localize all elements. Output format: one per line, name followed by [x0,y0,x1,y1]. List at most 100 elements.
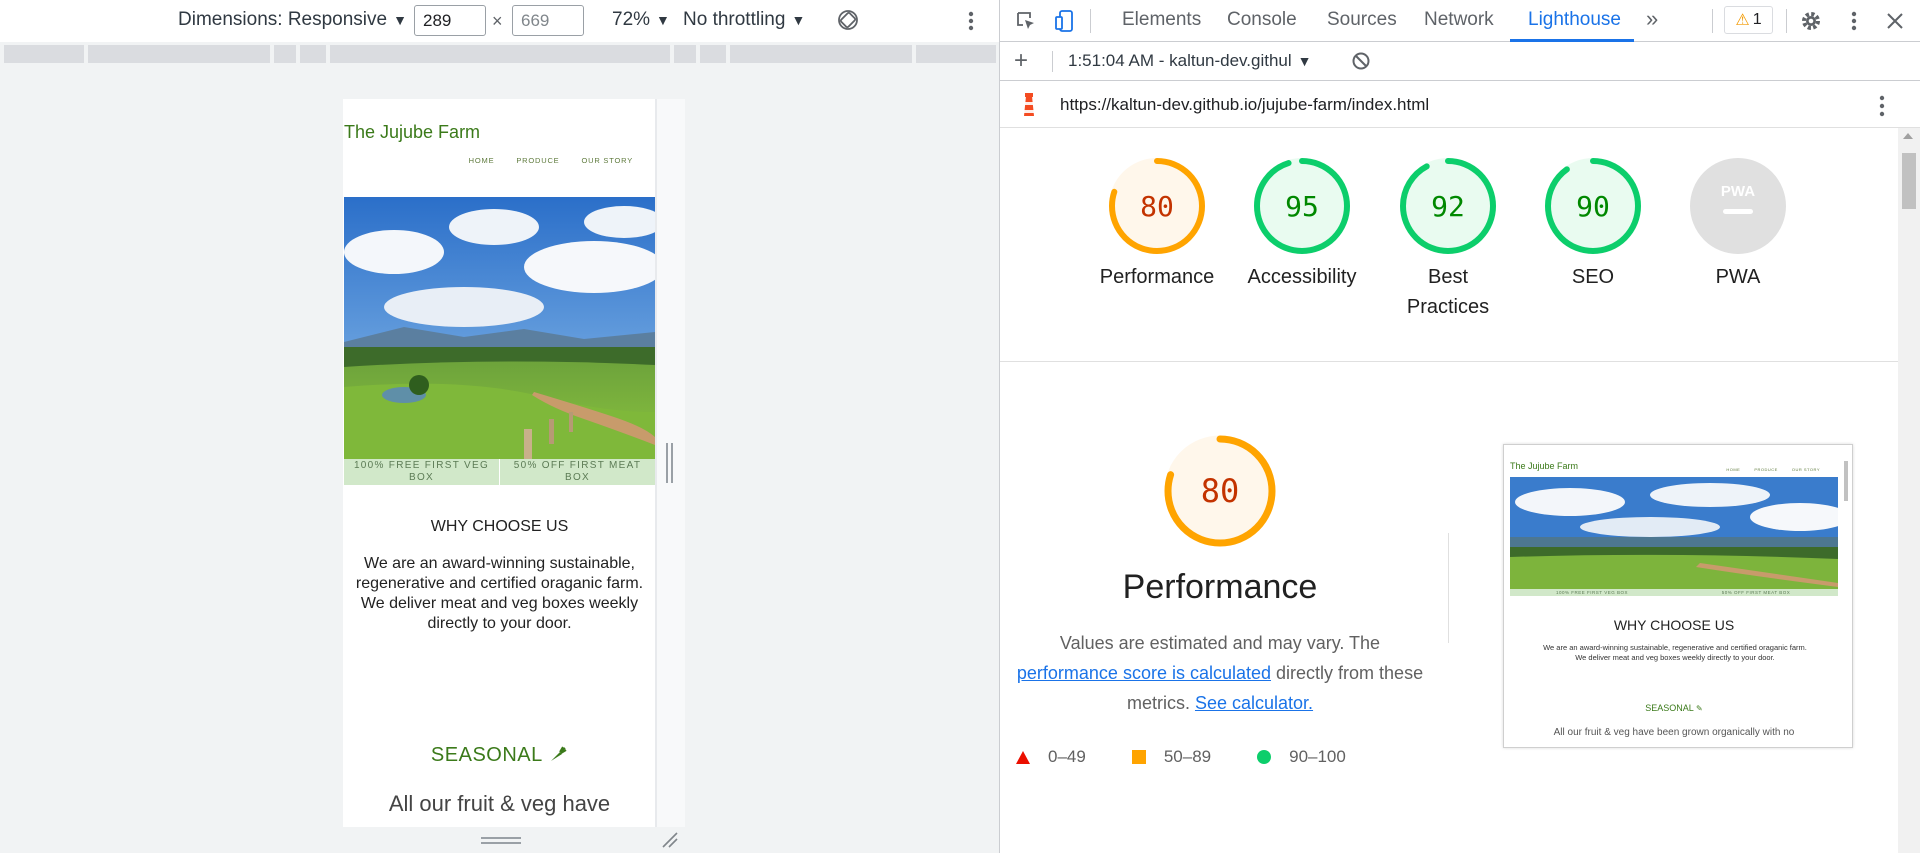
media-query-bar[interactable] [274,45,296,63]
resize-handle-right[interactable] [666,443,673,483]
seasonal-text: All our fruit & veg have [388,791,611,816]
media-query-bar[interactable] [88,45,270,63]
tab-console[interactable]: Console [1227,9,1297,31]
thumb-offer: 100% FREE FIRST VEG BOX [1556,590,1628,595]
why-choose-us-text: We are an award-winning sustainable, reg… [347,554,652,634]
new-report-icon[interactable]: + [1014,47,1028,75]
report-url[interactable]: https://kaltun-dev.github.io/jujube-farm… [1060,95,1429,115]
pwa-dash-icon [1723,209,1753,214]
report-menu-icon[interactable] [1878,94,1886,118]
emulated-viewport[interactable]: The Jujube Farm HOME PRODUCE OUR STORY 1… [343,99,656,827]
media-query-ruler[interactable] [0,42,999,66]
media-query-bar[interactable] [330,45,670,63]
gauge-best-practices[interactable]: 92 Best Practices [1378,156,1518,322]
more-options-icon[interactable] [1842,9,1866,33]
site-nav: HOME PRODUCE OUR STORY [469,156,633,165]
rotate-icon[interactable] [836,8,860,32]
lighthouse-logo-icon [1024,93,1034,116]
desc-line: metrics. [1126,693,1190,713]
legend-label: 90–100 [1289,747,1346,766]
offer-veg[interactable]: 100% FREE FIRST VEG BOX [344,459,500,485]
gauge-label: Accessibility [1247,266,1357,288]
pass-circle-icon [1257,750,1272,764]
more-options-icon[interactable] [966,10,976,32]
performance-gauge-large: 80 [1164,435,1276,547]
warning-count: 1 [1752,11,1762,28]
nav-our-story[interactable]: OUR STORY [581,156,633,165]
scroll-up-icon[interactable] [1903,133,1913,139]
nav-produce[interactable]: PRODUCE [516,156,559,165]
gauge-label: PWA [1715,266,1761,288]
gauge-pwa[interactable]: PWA PWA [1668,156,1808,292]
tab-network[interactable]: Network [1424,9,1494,31]
tab-lighthouse[interactable]: Lighthouse [1528,9,1621,31]
devtools-tab-bar: Elements Console Sources Network Lightho… [1000,0,1920,42]
scroll-thumb[interactable] [1902,153,1916,209]
resize-corner-icon[interactable] [661,831,679,849]
final-screenshot[interactable]: The Jujube Farm HOME PRODUCE OUR STORY 1… [1503,444,1853,748]
gauge-seo[interactable]: 90 SEO [1523,156,1663,292]
tab-elements[interactable]: Elements [1122,9,1201,31]
dropdown-arrow-icon: ▼ [656,12,670,28]
site-title[interactable]: The Jujube Farm [344,122,480,143]
legend-label: 0–49 [1048,747,1086,766]
report-label: 1:51:04 AM - kaltun-dev.githul [1068,51,1292,70]
thumb-text-line: We are an award-winning sustainable, reg… [1543,643,1807,652]
desc-line: directly from these [1276,663,1424,683]
report-selector[interactable]: 1:51:04 AM - kaltun-dev.githul ▼ [1068,51,1312,71]
width-input[interactable]: 289 [414,5,486,36]
devtools-window: Dimensions: Responsive ▼ 289 × 669 72% ▼ N… [0,0,1920,853]
media-query-bar[interactable] [916,45,996,63]
dropdown-arrow-icon: ▼ [791,12,806,28]
media-query-bar[interactable] [300,45,326,63]
thumb-nav-item: PRODUCE [1754,467,1778,472]
thumb-scrollbar [1842,449,1850,745]
score-calculated-link[interactable]: performance score is calculated [1017,663,1271,683]
height-input[interactable]: 669 [512,5,584,36]
nav-home[interactable]: HOME [469,156,495,165]
why-text-line-1: We are an award-winning sustainable, reg… [355,555,644,592]
why-choose-us-heading: WHY CHOOSE US [430,518,569,535]
gauge-label: SEO [1571,266,1615,288]
offer-meat[interactable]: 50% OFF FIRST MEAT BOX [500,459,655,485]
gauge-accessibility[interactable]: 95 Accessibility [1232,156,1372,292]
dimensions-label: Dimensions: Responsive [178,9,388,30]
thumb-offer: 50% OFF FIRST MEAT BOX [1721,590,1791,595]
thumb-text-line: We deliver meat and veg boxes weekly dir… [1575,653,1775,662]
thumb-nav-item: OUR STORY [1791,467,1820,472]
dropdown-arrow-icon: ▼ [393,12,407,28]
see-calculator-link[interactable]: See calculator. [1195,693,1313,713]
warnings-badge[interactable]: ⚠ 1 [1724,6,1773,34]
warning-icon: ⚠ [1735,12,1750,29]
thumb-carrot-icon: ✎ [1696,704,1703,713]
gauge-ring: 90 [1545,158,1641,254]
media-query-bar[interactable] [700,45,726,63]
close-icon[interactable] [1883,9,1907,33]
desc-line: Values are estimated and may vary. The [1059,633,1381,653]
offers-banner: 100% FREE FIRST VEG BOX 50% OFF FIRST ME… [344,459,655,485]
thumb-hero-image [1510,477,1838,589]
report-url-bar: https://kaltun-dev.github.io/jujube-farm… [1000,81,1920,128]
dimensions-dropdown[interactable]: Dimensions: Responsive ▼ [178,9,407,31]
media-query-bar[interactable] [730,45,912,63]
media-query-bar[interactable] [4,45,84,63]
toolbar-separator [1090,9,1091,33]
media-query-bar[interactable] [674,45,696,63]
report-scrollbar[interactable] [1898,128,1920,853]
more-tabs-icon[interactable]: » [1646,6,1658,32]
inspect-element-icon[interactable] [1014,9,1038,33]
tab-sources[interactable]: Sources [1327,9,1397,31]
clear-reports-icon[interactable] [1350,50,1372,72]
thumb-site-title: The Jujube Farm [1510,461,1579,471]
lighthouse-toolbar: + 1:51:04 AM - kaltun-dev.githul ▼ [1000,42,1920,81]
gear-icon[interactable] [1799,9,1823,33]
gauge-score: 95 [1285,190,1319,223]
viewport-bottom-gutter [343,827,685,853]
gauge-performance[interactable]: 80 Performance [1087,156,1227,292]
resize-handle-bottom[interactable] [481,837,521,844]
device-toggle-icon[interactable] [1053,9,1077,33]
device-toolbar: Dimensions: Responsive ▼ 289 × 669 72% ▼ N… [0,0,999,42]
zoom-dropdown[interactable]: 72% ▼ [612,9,670,31]
gauge-score: 92 [1431,190,1465,223]
throttling-dropdown[interactable]: No throttling ▼ [683,9,805,31]
